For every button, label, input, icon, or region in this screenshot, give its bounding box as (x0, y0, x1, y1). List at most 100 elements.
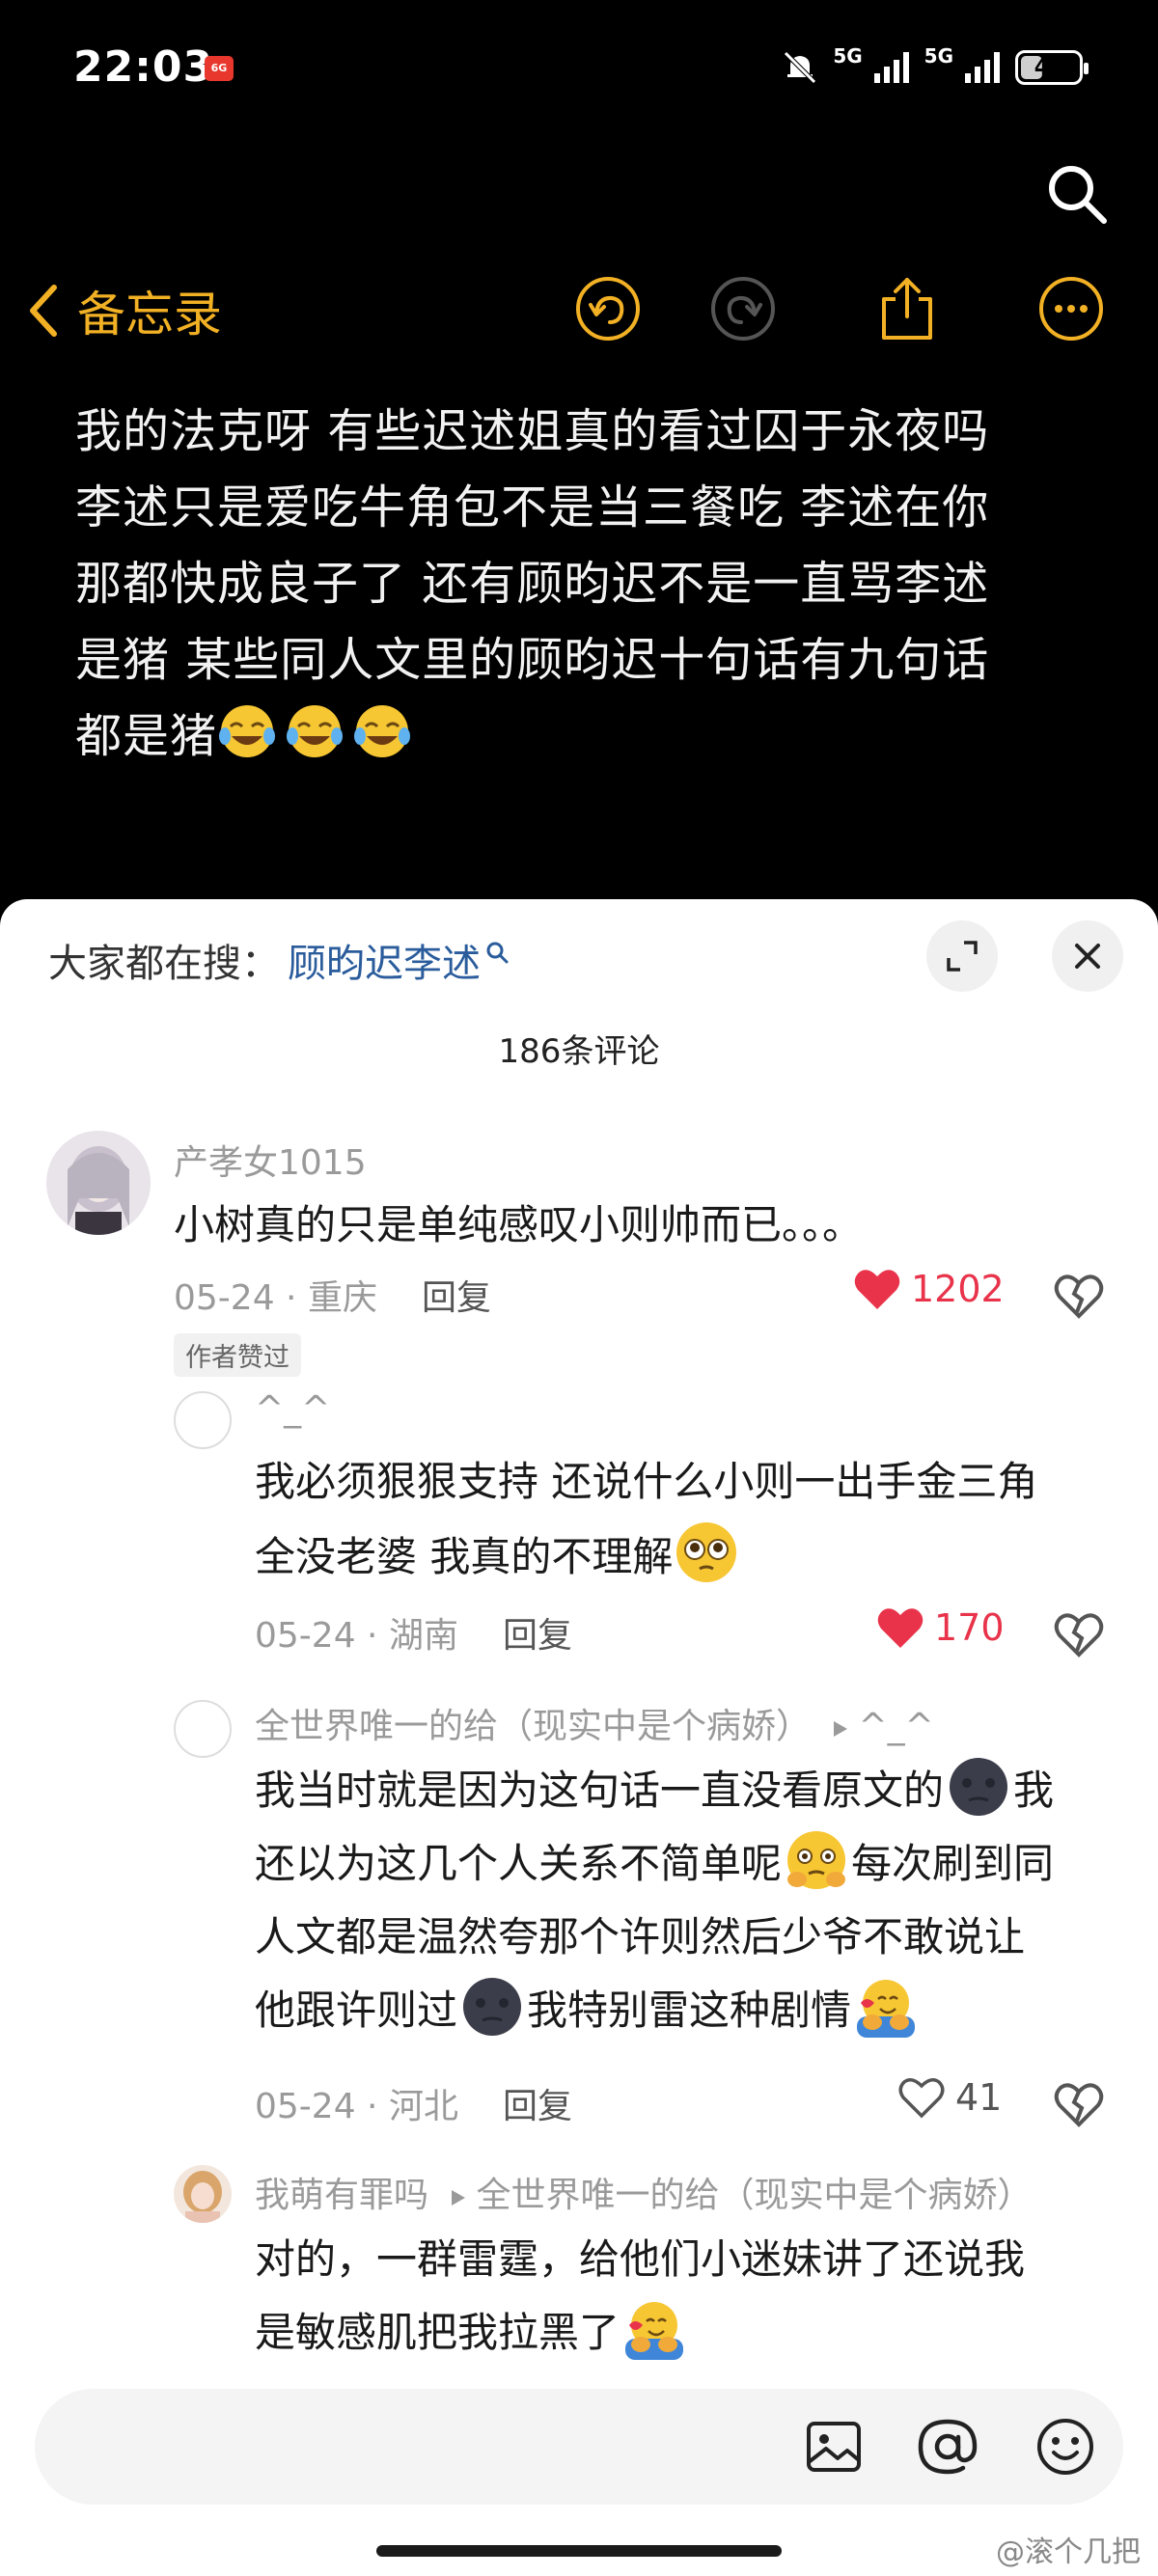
signal-icon (965, 52, 1000, 83)
comment-line-text: 我特别雷这种剧情 (527, 1987, 852, 2034)
note-body[interactable]: 我的法克呀 有些迟述姐真的看过囚于永夜吗 李述只是爱吃牛角包不是当三餐吃 李述在… (75, 394, 1098, 775)
comment-text: 我当时就是因为这句话一直没看原文的 我 还以为这几个人关系不简单呢 每次刷到同 人文… (255, 1754, 1123, 2047)
reply-button[interactable]: 回复 (422, 1278, 491, 1318)
comment-location: 湖南 (388, 1616, 458, 1656)
note-line: 李述只是爱吃牛角包不是当三餐吃 李述在你 (75, 480, 990, 534)
comment-line: 他跟许则过 我特别雷这种剧情 (255, 1974, 1123, 2047)
comment-username: 全世界唯一的给（现实中是个病娇） ^_^ (255, 1698, 934, 1748)
reply-to-username[interactable]: ^_^ (858, 1707, 933, 1746)
reply-button[interactable]: 回复 (503, 2087, 572, 2126)
face-holding-back-tears-emoji-icon (787, 1831, 846, 1889)
reply-button[interactable]: 回复 (503, 1616, 572, 1656)
hugging-face-emoji-icon (857, 1980, 916, 2038)
close-icon (1075, 944, 1100, 969)
comment-line-text: 是敏感肌把我拉黑了 (255, 2309, 620, 2356)
comment-location: 河北 (388, 2087, 458, 2126)
comment-line: 是敏感肌把我拉黑了 (255, 2296, 1123, 2370)
comment-line: 对的，一群雷霆，给他们小迷妹讲了还说我 (255, 2235, 1026, 2283)
avatar[interactable] (46, 1131, 151, 1235)
back-button[interactable]: 备忘录 (25, 276, 222, 345)
avatar[interactable] (174, 1700, 232, 1758)
comment-location: 重庆 (307, 1278, 377, 1318)
battery-icon: 43 (1015, 50, 1089, 85)
note-line: 那都快成良子了 还有顾昀迟不是一直骂李述 (75, 557, 990, 611)
tears-of-joy-emoji-icon (287, 705, 344, 757)
share-icon[interactable] (872, 274, 942, 343)
comment-username: 我萌有罪吗 全世界唯一的给（现实中是个病娇） (255, 2167, 1032, 2217)
trending-term-link[interactable]: 顾昀迟李述 (288, 932, 481, 988)
dislike-heart-icon[interactable] (1052, 2076, 1106, 2130)
like-count: 41 (955, 2076, 1003, 2119)
dislike-heart-icon[interactable] (1052, 1268, 1106, 1322)
search-icon (486, 942, 509, 964)
mention-icon[interactable] (915, 2414, 980, 2480)
expand-icon (947, 941, 978, 972)
comment-line: 全没老婆 我真的不理解 (255, 1519, 1123, 1594)
comment-line: 我必须狠狠支持 还说什么小则一出手金三角 (255, 1458, 1038, 1505)
heart-filled-icon (854, 1270, 900, 1309)
comment-line-text: 我 (1013, 1767, 1055, 1814)
dislike-heart-icon[interactable] (1052, 1606, 1106, 1660)
avatar[interactable] (174, 2165, 232, 2223)
network-label-1: 5G (833, 44, 863, 68)
note-line: 是猪 某些同人文里的顾昀迟十句话有九句话 (75, 633, 990, 687)
comment-line: 还以为这几个人关系不简单呢 每次刷到同 (255, 1827, 1123, 1901)
comment-line-text: 每次刷到同 (851, 1840, 1055, 1887)
network-label-2: 5G (924, 44, 953, 68)
redo-icon[interactable] (708, 274, 778, 343)
search-icon[interactable] (1042, 159, 1112, 229)
like-count: 1202 (911, 1268, 1005, 1310)
expand-button[interactable] (926, 920, 998, 992)
comment-username-text[interactable]: 我萌有罪吗 (255, 2176, 428, 2215)
comment-meta: 05-24 · 重庆 回复 (174, 1278, 491, 1318)
comment-line: 我当时就是因为这句话一直没看原文的 我 (255, 1754, 1123, 1827)
comment-text: 小树真的只是单纯感叹小则帅而已。。。 (174, 1201, 864, 1248)
like-button[interactable]: 1202 (853, 1267, 1005, 1311)
note-line-text: 都是猪 (75, 709, 218, 763)
heart-filled-icon (877, 1608, 924, 1648)
comment-date: 05-24 (255, 2087, 356, 2126)
watermark: @滚个几把 (996, 2535, 1141, 2569)
emoji-icon[interactable] (1033, 2414, 1098, 2480)
back-label: 备忘录 (77, 287, 222, 343)
status-icons: 5G 5G 43 (781, 42, 1089, 93)
comment-line-text: 还以为这几个人关系不简单呢 (255, 1840, 783, 1887)
comment-meta: 05-24 · 河北 回复 (255, 2087, 572, 2126)
hugging-face-emoji-icon (625, 2302, 684, 2360)
new-moon-face-emoji-icon (950, 1758, 1008, 1816)
notification-badge-icon: 6G (205, 56, 234, 81)
comment-date: 05-24 (174, 1278, 275, 1318)
comment-meta: 05-24 · 湖南 回复 (255, 1616, 572, 1656)
avatar-image (46, 1131, 151, 1235)
comment-username[interactable]: ^_^ (255, 1389, 330, 1429)
close-button[interactable] (1052, 920, 1123, 992)
like-button[interactable]: 41 (897, 2075, 1002, 2120)
undo-icon[interactable] (573, 274, 643, 343)
comment-sheet: 大家都在搜： 顾昀迟李述 186条评论 产孝女1015 小树真的只是单纯感叹小则… (0, 899, 1158, 2576)
screen: 22:03 6G 5G 5G 43 备忘录 我的法克呀 有些迟述姐真的看过囚于永… (0, 0, 1158, 2576)
more-icon[interactable] (1036, 274, 1106, 343)
reply-arrow-icon (452, 2190, 466, 2206)
comment-line: 人文都是温然夸那个许则然后少爷不敢说让 (255, 1913, 1026, 1960)
home-indicator[interactable] (376, 2545, 782, 2557)
image-icon[interactable] (801, 2414, 867, 2480)
chevron-left-icon (30, 285, 57, 337)
comment-date: 05-24 (255, 1616, 356, 1656)
reply-to-username[interactable]: 全世界唯一的给（现实中是个病娇） (476, 2176, 1032, 2215)
new-moon-face-emoji-icon (463, 1978, 522, 2036)
like-button[interactable]: 170 (876, 1605, 1005, 1650)
heart-outline-icon (898, 2078, 945, 2119)
note-line: 都是猪 (75, 699, 1098, 775)
tears-of-joy-emoji-icon (354, 705, 411, 757)
tears-of-joy-emoji-icon (219, 705, 276, 757)
comment-text: 对的，一群雷霆，给他们小迷妹讲了还说我 是敏感肌把我拉黑了 (255, 2223, 1123, 2370)
avatar[interactable] (174, 1391, 232, 1449)
comment-username-text[interactable]: 全世界唯一的给（现实中是个病娇） (255, 1707, 811, 1746)
trending-search[interactable]: 大家都在搜： 顾昀迟李述 (48, 932, 511, 988)
comment-username[interactable]: 产孝女1015 (174, 1135, 367, 1185)
comment-count: 186条评论 (498, 1032, 660, 1071)
avatar-image (174, 2165, 232, 2223)
like-count: 170 (934, 1606, 1005, 1649)
status-time: 22:03 (73, 42, 214, 92)
note-line: 我的法克呀 有些迟述姐真的看过囚于永夜吗 (75, 404, 990, 458)
